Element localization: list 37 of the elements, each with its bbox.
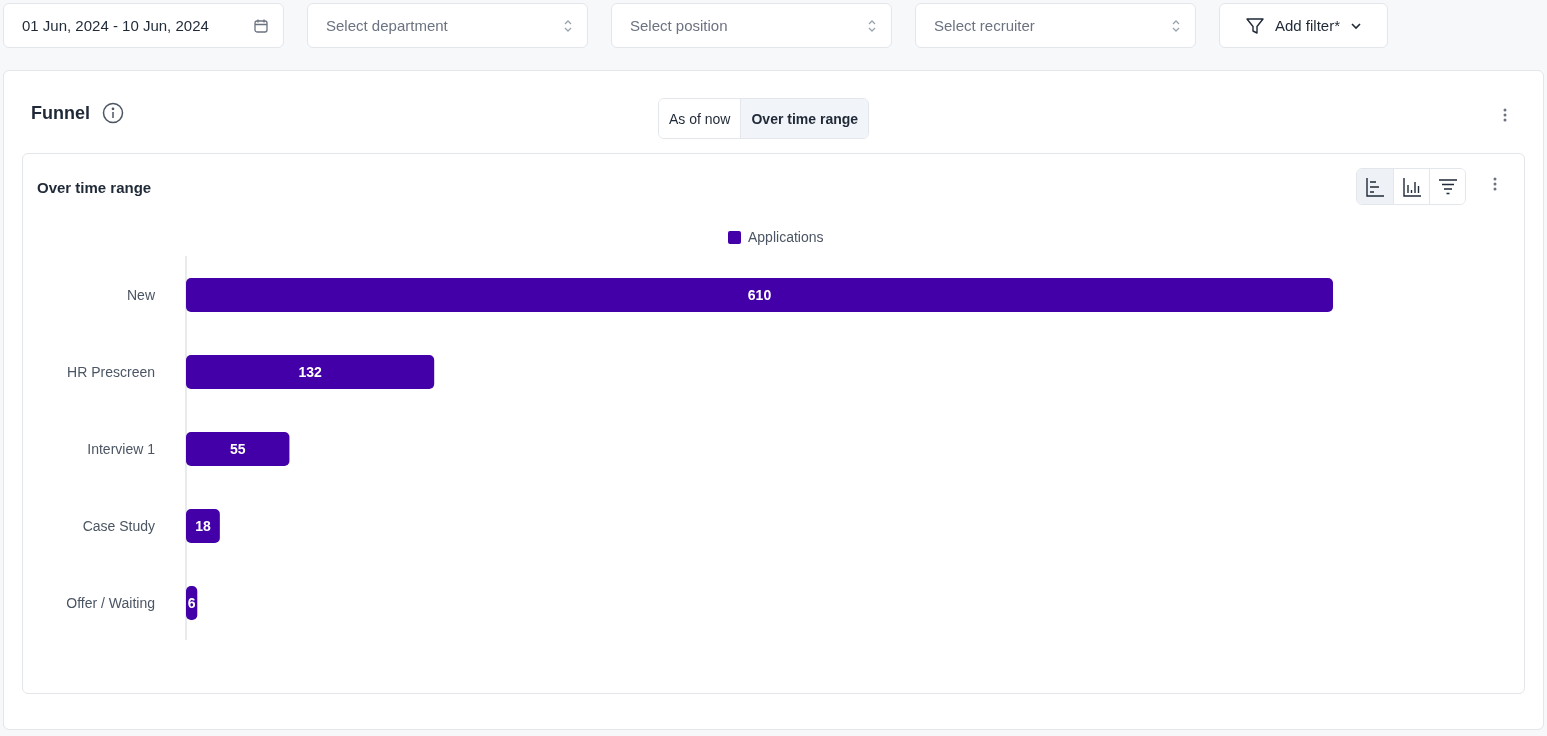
calendar-icon: [253, 17, 269, 34]
category-label: Case Study: [82, 518, 155, 534]
mode-tab[interactable]: Over time range: [740, 99, 869, 138]
info-icon[interactable]: [102, 102, 124, 124]
bar: [186, 509, 220, 543]
filter-icon: [1244, 15, 1265, 36]
funnel-lines-icon: [1437, 176, 1458, 197]
sort-caret-icon: [867, 18, 877, 33]
chart-panel-title: Over time range: [37, 178, 152, 196]
add-filter-button[interactable]: Add filter*: [1219, 3, 1388, 48]
select-field[interactable]: Select recruiter: [915, 3, 1196, 48]
bar-value-label: 18: [195, 518, 211, 534]
sort-caret-icon: [563, 18, 573, 33]
date-range-value: 01 Jun, 2024 - 10 Jun, 2024: [22, 17, 209, 34]
more-options-icon[interactable]: [1503, 108, 1507, 122]
bar-value-label: 132: [298, 364, 322, 380]
select-field[interactable]: Select position: [611, 3, 892, 48]
sort-caret-icon: [1171, 18, 1181, 33]
funnel-title: Funnel: [31, 102, 90, 124]
category-label: New: [127, 287, 155, 303]
date-range-field[interactable]: 01 Jun, 2024 - 10 Jun, 2024: [3, 3, 284, 48]
bar: [186, 586, 198, 620]
chart-type-button[interactable]: [1429, 169, 1465, 204]
select-field[interactable]: Select department: [307, 3, 588, 48]
chart-type-button[interactable]: [1357, 169, 1393, 204]
chart-legend: Applications: [728, 229, 824, 245]
category-label: HR Prescreen: [67, 364, 155, 380]
more-options-icon[interactable]: [1493, 177, 1497, 191]
bar-value-label: 55: [229, 441, 246, 457]
bar-value-label: 6: [187, 595, 196, 611]
vertical-bar-chart-icon: [1401, 176, 1422, 197]
bar-value-label: 610: [747, 287, 772, 303]
category-label: Interview 1: [87, 441, 155, 457]
category-label: Offer / Waiting: [66, 595, 155, 611]
horizontal-bar-chart-icon: [1365, 176, 1385, 197]
chevron-down-icon: [1350, 21, 1362, 30]
legend-label: Applications: [748, 229, 824, 245]
